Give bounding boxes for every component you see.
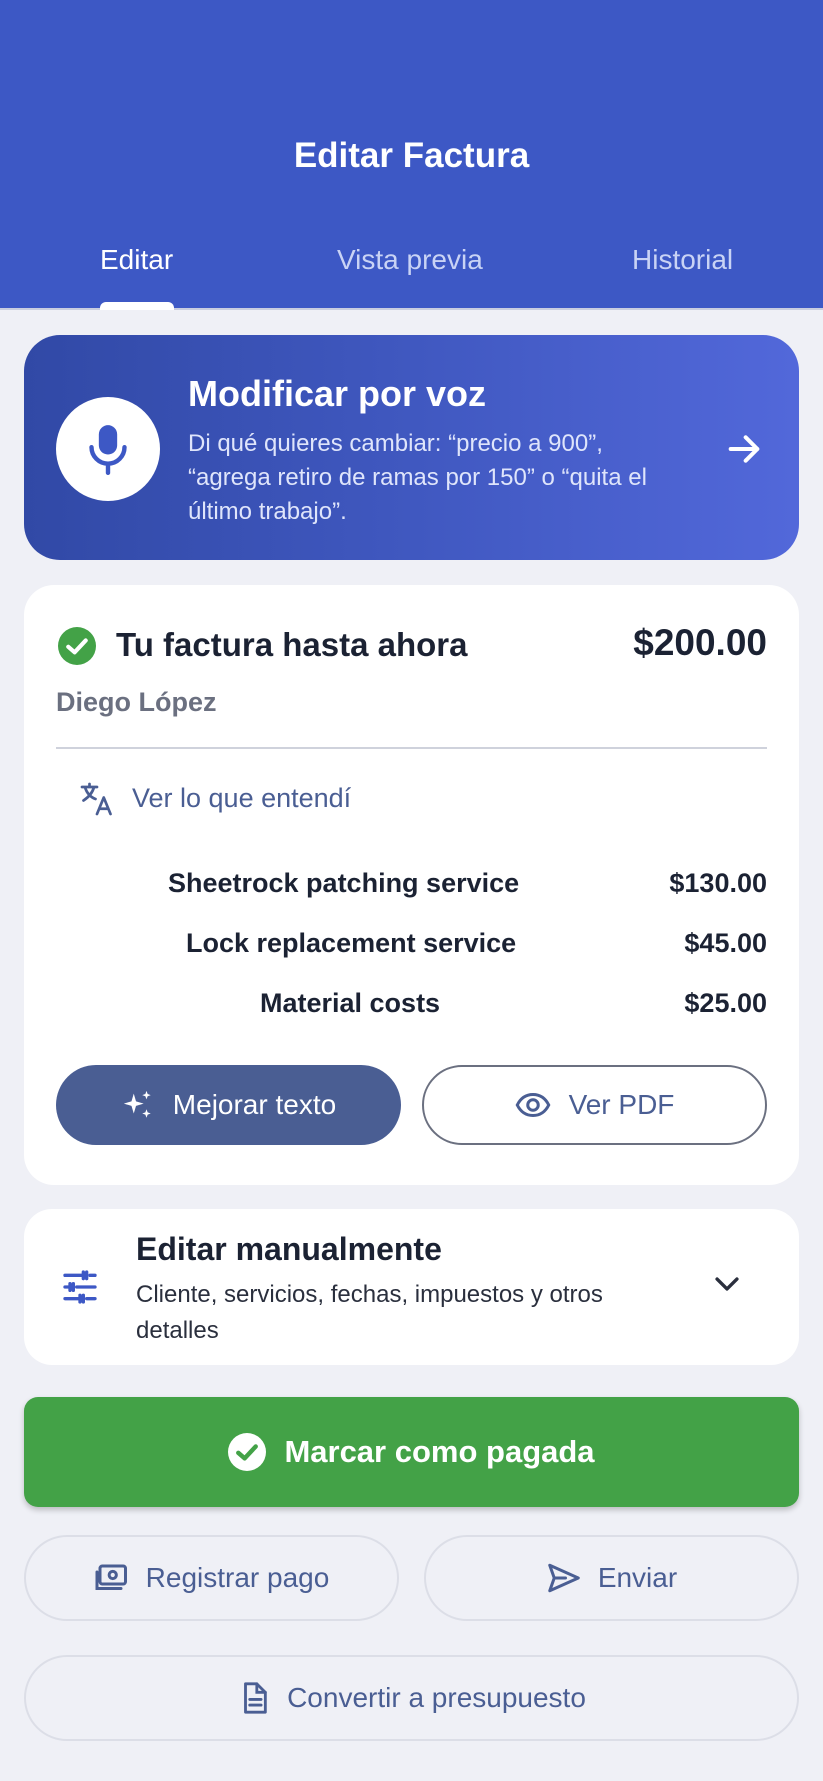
translate-icon — [80, 782, 112, 816]
line-item-amount: $25.00 — [684, 988, 767, 1018]
tab-vista-previa[interactable]: Vista previa — [337, 244, 483, 276]
page-title: Editar Factura — [293, 136, 530, 175]
microphone-icon — [89, 425, 127, 475]
send-button[interactable]: Enviar — [424, 1535, 799, 1621]
sliders-icon — [63, 1270, 97, 1304]
send-label: Enviar — [597, 1562, 678, 1593]
mark-paid-label: Marcar como pagada — [284, 1434, 595, 1469]
voice-title: Modificar por voz — [188, 373, 487, 414]
document-icon — [244, 1682, 267, 1714]
convert-to-quote-label: Convertir a presupuesto — [287, 1682, 586, 1713]
tab-historial[interactable]: Historial — [632, 244, 733, 276]
client-name: Diego López — [56, 687, 217, 717]
sparkles-icon — [123, 1090, 151, 1118]
mark-paid-button[interactable]: Marcar como pagada — [24, 1397, 799, 1507]
payment-icon — [95, 1564, 127, 1590]
chevron-down-icon[interactable] — [710, 1267, 744, 1301]
line-item-amount: $45.00 — [684, 928, 767, 958]
view-pdf-label: Ver PDF — [568, 1089, 675, 1120]
voice-description: Di qué quieres cambiar: “precio a 900”, … — [188, 430, 647, 525]
convert-to-quote-button[interactable]: Convertir a presupuesto — [24, 1655, 799, 1741]
invoice-title: Tu factura hasta ahora — [116, 626, 468, 663]
view-understood-link[interactable]: Ver lo que entendí — [132, 783, 351, 814]
register-payment-label: Registrar pago — [145, 1562, 330, 1593]
line-item-description: Material costs — [260, 988, 441, 1018]
arrow-right-icon[interactable] — [724, 429, 764, 469]
divider — [56, 747, 767, 749]
line-item-description: Lock replacement service — [186, 928, 517, 958]
view-pdf-button[interactable]: Ver PDF — [422, 1065, 767, 1145]
invoice-summary-card: Tu factura hasta ahora $200.00 Diego Lóp… — [24, 585, 799, 1185]
line-item-description: Sheetrock patching service — [168, 868, 520, 898]
manual-edit-title: Editar manualmente — [136, 1231, 442, 1267]
tab-editar[interactable]: Editar — [100, 244, 173, 276]
register-payment-button[interactable]: Registrar pago — [24, 1535, 399, 1621]
mic-button[interactable] — [56, 397, 160, 501]
improve-text-button[interactable]: Mejorar texto — [56, 1065, 401, 1145]
voice-edit-card[interactable]: Modificar por voz Di qué quieres cambiar… — [24, 335, 799, 560]
eye-icon — [515, 1092, 551, 1118]
manual-edit-card[interactable]: Editar manualmente Cliente, servicios, f… — [24, 1209, 799, 1365]
send-icon — [548, 1563, 580, 1593]
invoice-total: $200.00 — [633, 622, 767, 663]
active-tab-indicator — [100, 302, 174, 310]
manual-edit-description: Cliente, servicios, fechas, impuestos y … — [136, 1281, 603, 1344]
line-item-amount: $130.00 — [669, 868, 767, 898]
app-header: Editar Factura Editar Vista previa Histo… — [0, 0, 823, 310]
check-circle-icon — [58, 627, 96, 665]
improve-text-label: Mejorar texto — [172, 1089, 337, 1120]
check-circle-icon — [228, 1433, 267, 1471]
